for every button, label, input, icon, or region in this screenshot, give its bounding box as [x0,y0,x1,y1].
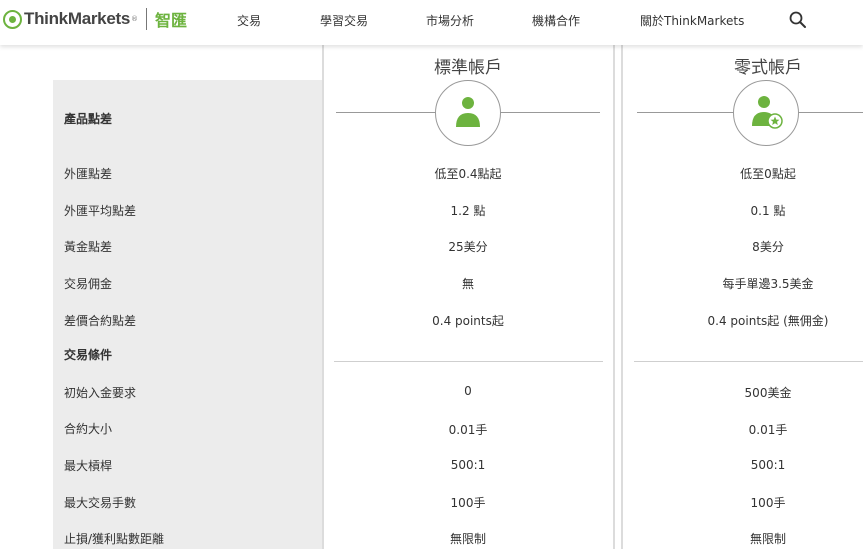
zero-gold-spread: 8美分 [752,240,784,254]
standard-account-title: 標準帳戶 [434,58,502,78]
zero-forex-spread: 低至0點起 [740,167,796,181]
zero-account-badge [733,80,799,146]
nav-item-learn-trading[interactable]: 學習交易 [320,12,368,29]
standard-max-leverage: 500:1 [450,458,486,472]
standard-section-divider [334,361,603,362]
brand-chinese-name: 智匯 [155,11,188,30]
row-label-avg-forex-spread: 外匯平均點差 [64,204,137,218]
standard-max-lots: 100手 [450,496,486,510]
zero-contract-size: 0.01手 [748,423,788,437]
row-label-min-deposit: 初始入金要求 [64,386,137,400]
nav-item-market-analysis[interactable]: 市場分析 [426,12,474,29]
row-label-contract-size: 合約大小 [64,422,113,436]
row-label-gold-spread: 黃金點差 [64,240,113,254]
zero-avg-forex-spread: 0.1 點 [750,204,786,218]
user-star-icon [752,96,783,129]
zero-max-lots: 100手 [750,496,786,510]
section-title-conditions: 交易條件 [64,348,113,362]
brand-name: ThinkMarkets [24,9,130,28]
top-header: ThinkMarkets ® 智匯 交易 學習交易 市場分析 機構合作 關於Th… [0,0,863,45]
nav-item-about[interactable]: 關於ThinkMarkets [640,12,744,29]
standard-forex-spread: 低至0.4點起 [434,167,502,181]
zero-cfd-spread: 0.4 points起 (無佣金) [707,314,829,328]
row-label-max-leverage: 最大槓桿 [64,459,113,473]
search-icon[interactable] [788,10,808,30]
standard-cfd-spread: 0.4 points起 [432,314,504,328]
standard-column-left-border [322,45,324,549]
row-label-stop-distance: 止損/獲利點數距離 [64,532,165,546]
zero-column-left-border [621,45,623,549]
zero-stop-distance: 無限制 [749,532,787,546]
brand-trademark: ® [131,15,138,23]
zero-max-leverage: 500:1 [750,458,786,472]
standard-commission: 無 [461,277,475,291]
standard-column-right-border [613,45,615,549]
row-label-max-lots: 最大交易手數 [64,496,137,510]
zero-min-deposit: 500美金 [744,386,792,400]
row-label-commission: 交易佣金 [64,277,113,291]
zero-section-divider [634,361,863,362]
standard-stop-distance: 無限制 [449,532,487,546]
zero-account-title: 零式帳戶 [734,58,802,78]
section-title-spreads: 產品點差 [64,112,113,126]
brand-logo[interactable]: ThinkMarkets ® 智匯 [3,8,188,30]
logo-mark-icon [3,9,22,29]
row-label-cfd-spread: 差價合約點差 [64,314,137,328]
standard-account-badge [435,80,501,146]
nav-item-institutional[interactable]: 機構合作 [532,12,580,29]
row-label-forex-spread: 外匯點差 [64,167,113,181]
standard-gold-spread: 25美分 [448,240,488,254]
standard-min-deposit: 0 [464,384,472,398]
logo-divider [146,8,147,30]
standard-avg-forex-spread: 1.2 點 [450,204,486,218]
user-icon [456,97,480,127]
standard-contract-size: 0.01手 [448,423,488,437]
zero-commission: 每手單邊3.5美金 [722,277,814,291]
nav-item-trading[interactable]: 交易 [237,12,261,29]
